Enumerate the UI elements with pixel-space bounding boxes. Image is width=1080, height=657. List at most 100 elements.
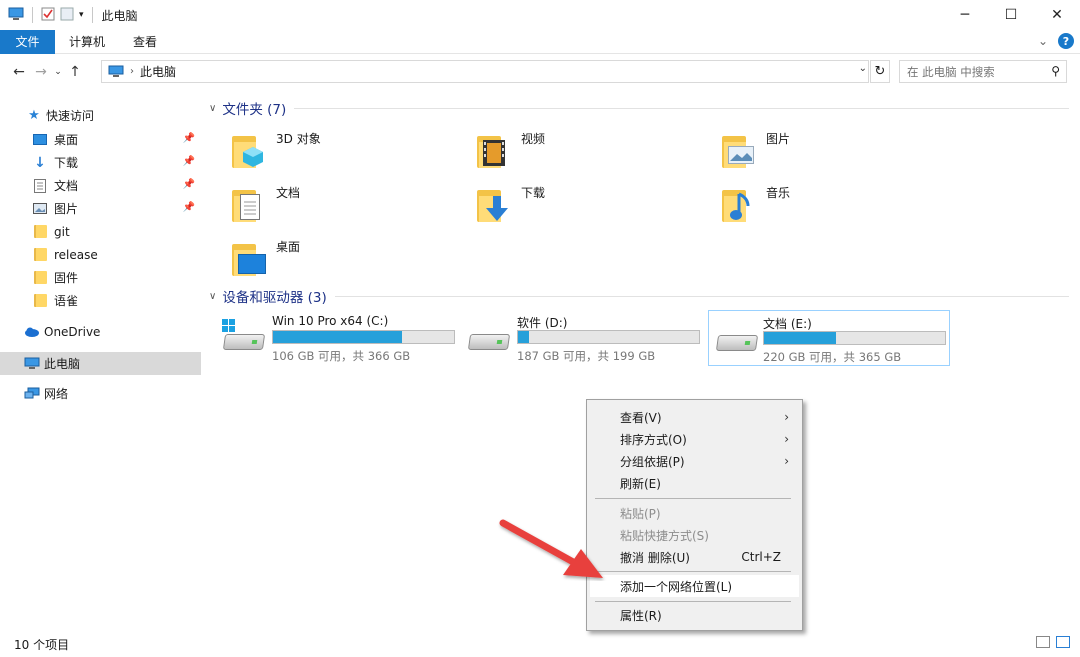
help-icon[interactable]: ? xyxy=(1058,33,1074,49)
menu-item-paste-shortcut[interactable]: 粘贴快捷方式(S) xyxy=(590,524,799,546)
cloud-icon xyxy=(24,324,40,340)
music-folder-icon xyxy=(718,182,758,224)
sidebar-item-quick-access[interactable]: ★ 快速访问 xyxy=(0,104,201,127)
details-view-icon[interactable] xyxy=(1036,636,1050,648)
menu-item-properties[interactable]: 属性(R) xyxy=(590,604,799,626)
customize-toolbar-icon[interactable]: ▾ xyxy=(79,10,84,20)
navigation-pane: ★ 快速访问 桌面 📌 ↓ 下载 📌 文档 📌 图片 📌 git release… xyxy=(0,96,203,626)
submenu-arrow-icon: › xyxy=(784,454,789,468)
sidebar-item-onedrive[interactable]: OneDrive xyxy=(0,320,201,343)
new-folder-icon[interactable] xyxy=(60,7,74,24)
annotation-arrow xyxy=(499,519,603,578)
menu-item-undo-delete[interactable]: 撤消 删除(U) Ctrl+Z xyxy=(590,546,799,568)
shortcut-label: Ctrl+Z xyxy=(741,550,781,564)
sidebar-item-release[interactable]: release xyxy=(0,243,201,266)
address-dropdown-icon[interactable]: ⌄ xyxy=(859,63,867,74)
title-bar: ▾ 此电脑 ─ ☐ ✕ xyxy=(0,0,1080,30)
status-item-count: 10 个项目 xyxy=(14,638,70,652)
video-folder-icon xyxy=(473,128,513,170)
sidebar-item-desktop[interactable]: 桌面 📌 xyxy=(0,128,201,151)
folder-item-music[interactable]: 音乐 xyxy=(698,180,938,230)
menu-item-refresh[interactable]: 刷新(E) xyxy=(590,472,799,494)
folder-icon xyxy=(32,293,48,309)
folder-item-downloads[interactable]: 下载 xyxy=(453,180,693,230)
documents-folder-icon xyxy=(228,182,268,224)
pictures-folder-icon xyxy=(718,128,758,170)
network-icon xyxy=(24,386,40,402)
breadcrumb[interactable]: 此电脑 xyxy=(140,63,176,80)
menu-separator xyxy=(595,601,791,602)
sidebar-item-pictures[interactable]: 图片 📌 xyxy=(0,197,201,220)
drive-usage-bar xyxy=(272,330,455,344)
menu-separator xyxy=(595,571,791,572)
desktop-icon xyxy=(32,132,48,148)
minimize-button[interactable]: ─ xyxy=(942,0,988,30)
star-icon: ★ xyxy=(28,108,40,123)
folder-item-documents[interactable]: 文档 xyxy=(208,180,448,230)
sidebar-item-documents[interactable]: 文档 📌 xyxy=(0,174,201,197)
desktop-folder-icon xyxy=(228,236,268,278)
document-icon xyxy=(32,178,48,194)
menu-item-sort-by[interactable]: 排序方式(O) › xyxy=(590,428,799,450)
picture-icon xyxy=(32,201,48,217)
breadcrumb-chevron-icon: › xyxy=(130,66,134,77)
menu-item-view[interactable]: 查看(V) › xyxy=(590,406,799,428)
drive-item-d[interactable]: 软件 (D:) 187 GB 可用，共 199 GB xyxy=(453,310,700,366)
folders-group-header[interactable]: ∨ 文件夹 (7) xyxy=(209,97,1069,119)
collapse-chevron-icon: ∨ xyxy=(209,290,217,302)
sidebar-item-yuque[interactable]: 语雀 xyxy=(0,289,201,312)
menu-separator xyxy=(595,498,791,499)
recent-locations-icon[interactable]: ⌄ xyxy=(52,67,64,77)
computer-icon xyxy=(24,356,40,372)
menu-item-add-network-location[interactable]: 添加一个网络位置(L) xyxy=(590,575,799,597)
sidebar-item-this-pc[interactable]: 此电脑 xyxy=(0,352,201,375)
downloads-folder-icon xyxy=(473,182,513,224)
folder-item-videos[interactable]: 视频 xyxy=(453,126,693,176)
devices-group-header[interactable]: ∨ 设备和驱动器 (3) xyxy=(209,285,1069,307)
menu-item-paste[interactable]: 粘贴(P) xyxy=(590,502,799,524)
refresh-button[interactable]: ↻ xyxy=(870,60,890,83)
search-input[interactable] xyxy=(907,64,1047,79)
forward-button[interactable]: → xyxy=(30,64,52,80)
close-button[interactable]: ✕ xyxy=(1034,0,1080,30)
search-box[interactable]: ⚲ xyxy=(899,60,1067,83)
submenu-arrow-icon: › xyxy=(784,432,789,446)
sidebar-item-network[interactable]: 网络 xyxy=(0,382,201,405)
tab-file[interactable]: 文件 xyxy=(0,29,55,54)
this-pc-icon xyxy=(108,65,124,77)
drive-item-c[interactable]: Win 10 Pro x64 (C:) 106 GB 可用，共 366 GB xyxy=(208,310,455,366)
drive-item-e[interactable]: 文档 (E:) 220 GB 可用，共 365 GB xyxy=(708,310,950,366)
pin-icon: 📌 xyxy=(182,156,195,167)
window-title: 此电脑 xyxy=(101,8,138,23)
drive-name: 软件 (D:) xyxy=(517,316,568,330)
drive-name: Win 10 Pro x64 (C:) xyxy=(272,314,389,328)
back-button[interactable]: ← xyxy=(8,64,30,80)
address-bar[interactable]: › 此电脑 ⌄ xyxy=(101,60,869,83)
drive-usage-bar xyxy=(763,331,946,345)
folder-item-3d-objects[interactable]: 3D 对象 xyxy=(208,126,448,176)
sidebar-item-git[interactable]: git xyxy=(0,220,201,243)
sidebar-item-downloads[interactable]: ↓ 下载 📌 xyxy=(0,151,201,174)
maximize-button[interactable]: ☐ xyxy=(988,0,1034,30)
sidebar-item-firmware[interactable]: 固件 xyxy=(0,266,201,289)
menu-item-group-by[interactable]: 分组依据(P) › xyxy=(590,450,799,472)
drive-name: 文档 (E:) xyxy=(763,317,812,331)
expand-ribbon-icon[interactable]: ⌄ xyxy=(1038,34,1048,48)
up-button[interactable]: ↑ xyxy=(64,64,86,80)
tab-view[interactable]: 查看 xyxy=(119,30,171,54)
folder-icon xyxy=(32,270,48,286)
3d-objects-folder-icon xyxy=(228,128,268,170)
quick-access-toolbar: ▾ xyxy=(8,7,96,24)
folder-item-pictures[interactable]: 图片 xyxy=(698,126,938,176)
large-icons-view-icon[interactable] xyxy=(1056,636,1070,648)
properties-icon[interactable] xyxy=(41,7,55,24)
tab-computer[interactable]: 计算机 xyxy=(55,30,119,54)
drive-space-info: 187 GB 可用，共 199 GB xyxy=(517,349,656,363)
drive-space-info: 106 GB 可用，共 366 GB xyxy=(272,349,411,363)
context-menu: 查看(V) › 排序方式(O) › 分组依据(P) › 刷新(E) 粘贴(P) 粘贴快… xyxy=(586,399,803,631)
drive-icon xyxy=(467,324,511,356)
drive-space-info: 220 GB 可用，共 365 GB xyxy=(763,350,902,364)
folder-item-desktop[interactable]: 桌面 xyxy=(208,234,448,284)
this-pc-icon xyxy=(8,7,24,24)
download-icon: ↓ xyxy=(34,154,46,171)
